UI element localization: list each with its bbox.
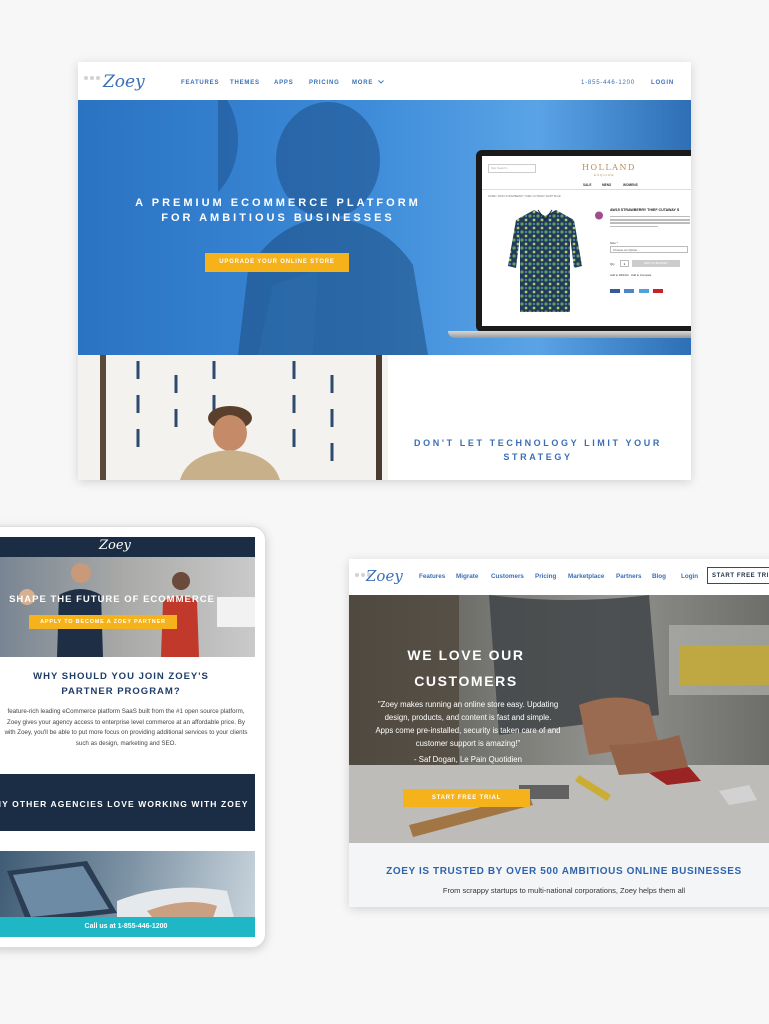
tablet-screen: Zoey SHAPE THE FUTURE OF ECOMMERCE APPLY…	[0, 537, 255, 937]
nav-more[interactable]: MORE	[352, 80, 384, 86]
top-hero: A PREMIUM ECOMMERCE PLATFORM FOR AMBITIO…	[78, 100, 691, 355]
chevron-down-icon	[377, 80, 384, 84]
nav-features[interactable]: Features	[419, 573, 445, 580]
store-qty-label: Qty	[610, 262, 615, 266]
start-free-trial-nav-button[interactable]: START FREE TRIA	[707, 567, 769, 584]
pinterest-share-icon[interactable]	[653, 289, 664, 293]
store-product-title: AW15 STRAWBERRY THIEF CUTAWAY S	[610, 208, 680, 212]
tablet-navy-band: S WHY OTHER AGENCIES LOVE WORKING WITH Z…	[0, 774, 255, 831]
nav-pricing[interactable]: PRICING	[309, 80, 340, 86]
laptop-mockup: Site Search... HOLLAND ESQUIRE SALE MENS…	[448, 150, 691, 340]
tablet-hero-title: SHAPE THE FUTURE OF ECOMMERCE	[9, 594, 215, 605]
tablet-zoey-logo[interactable]: Zoey	[99, 538, 131, 553]
nav-features[interactable]: FEATURES	[181, 80, 219, 86]
tablet-why-title: WHY SHOULD YOU JOIN ZOEY'S PARTNER PROGR…	[33, 671, 209, 697]
nav-partners[interactable]: Partners	[616, 573, 642, 580]
quote-author: - Saf Dogan, Le Pain Quotidien	[414, 755, 522, 764]
store-divider	[482, 189, 691, 190]
office-photo	[78, 355, 388, 480]
nav-pricing[interactable]: Pricing	[535, 573, 556, 580]
share-icon[interactable]	[624, 289, 635, 293]
quote-line: Apps come pre-installed, security is tak…	[375, 726, 561, 735]
tablet-body-line: Zoey gives your agency access to enterpr…	[7, 718, 245, 726]
store-wishlist-link[interactable]: Add to Wishlist	[610, 273, 629, 277]
store-badge	[594, 211, 604, 223]
window-dots	[84, 67, 102, 85]
store-brand-sub: ESQUIRE	[594, 173, 615, 177]
right-site-navbar: Zoey Features Migrate Customers Pricing …	[349, 559, 769, 595]
customer-quote: "Zoey makes running an online store easy…	[363, 698, 573, 750]
store-compare-link[interactable]: Add to Compare	[631, 273, 651, 277]
nav-more-label: MORE	[352, 80, 374, 86]
store-add-basket-button[interactable]: ADD TO BASKET	[632, 260, 680, 267]
zoey-logo[interactable]: Zoey	[103, 72, 145, 92]
nav-login[interactable]: Login	[681, 573, 698, 580]
laptop-base	[448, 331, 691, 338]
tablet-header: Zoey	[0, 537, 255, 557]
tablet-band-text: S WHY OTHER AGENCIES LOVE WORKING WITH Z…	[0, 799, 249, 809]
tablet-body-text: feature-rich leading eCommerce platform …	[0, 707, 255, 749]
store-brand-logo: HOLLAND	[582, 163, 636, 172]
quote-line: design, products, and content is fast an…	[384, 713, 552, 722]
tablet-body-line: such as design, marketing and SEO.	[75, 739, 177, 747]
top-site-navbar: Zoey FEATURES THEMES APPS PRICING MORE 1…	[78, 62, 691, 100]
store-breadcrumb: HOME / AW15 STRAWBERRY THIEF CUTAWAY SHI…	[488, 195, 561, 198]
tablet-call-bar[interactable]: Call us at 1-855-446-1200	[0, 917, 255, 937]
trusted-heading: ZOEY IS TRUSTED BY OVER 500 AMBITIOUS ON…	[386, 866, 742, 877]
become-partner-button[interactable]: APPLY TO BECOME A ZOEY PARTNER	[29, 615, 177, 629]
nav-apps[interactable]: APPS	[274, 80, 294, 86]
store-qty-input[interactable]: 1	[620, 260, 629, 267]
tablet-body-line: feature-rich leading eCommerce platform …	[7, 708, 245, 715]
store-menu-mens[interactable]: MENS	[602, 183, 611, 187]
quote-line: "Zoey makes running an online store easy…	[377, 700, 559, 709]
top-browser-window: Zoey FEATURES THEMES APPS PRICING MORE 1…	[78, 62, 691, 480]
store-product-desc	[610, 216, 690, 227]
right-browser-window: Zoey Features Migrate Customers Pricing …	[349, 559, 769, 907]
login-link[interactable]: LOGIN	[651, 80, 674, 86]
start-free-trial-button[interactable]: START FREE TRIAL	[403, 789, 530, 807]
phone-number[interactable]: 1-855-446-1200	[581, 80, 635, 86]
facebook-share-icon[interactable]	[610, 289, 620, 293]
crest-icon	[595, 211, 603, 220]
office-wall-stripes	[136, 361, 334, 480]
shirt-product-image	[508, 209, 582, 312]
upgrade-store-button[interactable]: UPGRADE YOUR ONLINE STORE	[205, 253, 349, 272]
top-tagline: DON'T LET TECHNOLOGY LIMIT YOUR STRATEGY	[414, 438, 662, 462]
laptop-screen: Site Search... HOLLAND ESQUIRE SALE MENS…	[482, 156, 691, 326]
right-hero-title: WE LOVE OUR CUSTOMERS	[407, 647, 525, 689]
tablet-device: Zoey SHAPE THE FUTURE OF ECOMMERCE APPLY…	[0, 526, 266, 948]
top-hero-title: A PREMIUM ECOMMERCE PLATFORM FOR AMBITIO…	[135, 197, 421, 224]
nav-customers[interactable]: Customers	[491, 573, 524, 580]
hero-person-photo	[218, 100, 428, 355]
tablet-hero: SHAPE THE FUTURE OF ECOMMERCE APPLY TO B…	[0, 557, 255, 657]
right-hero: WE LOVE OUR CUSTOMERS "Zoey makes runnin…	[349, 595, 769, 843]
store-size-label: Size *	[610, 241, 618, 245]
trusted-subtext: From scrappy startups to multi-national …	[442, 886, 686, 895]
store-menu-sale[interactable]: SALE	[583, 183, 592, 187]
nav-marketplace[interactable]: Marketplace	[568, 573, 604, 580]
tablet-body-line: with Zoey, you'll be able to put more fo…	[4, 729, 248, 736]
store-search-input[interactable]: Site Search...	[488, 164, 536, 173]
nav-themes[interactable]: THEMES	[230, 80, 260, 86]
top-lower-section: DON'T LET TECHNOLOGY LIMIT YOUR STRATEGY	[78, 355, 691, 480]
quote-line: customer support is amazing!"	[415, 739, 521, 748]
store-share-buttons	[610, 280, 664, 298]
twitter-share-icon[interactable]	[638, 289, 649, 293]
right-zoey-logo[interactable]: Zoey	[366, 567, 403, 585]
nav-blog[interactable]: Blog	[652, 573, 666, 580]
store-menu-womens[interactable]: WOMENS	[623, 183, 638, 187]
tablet-hero-photo	[0, 557, 255, 657]
nav-migrate[interactable]: Migrate	[456, 573, 478, 580]
store-size-select[interactable]: Choose an Option...	[610, 246, 688, 253]
